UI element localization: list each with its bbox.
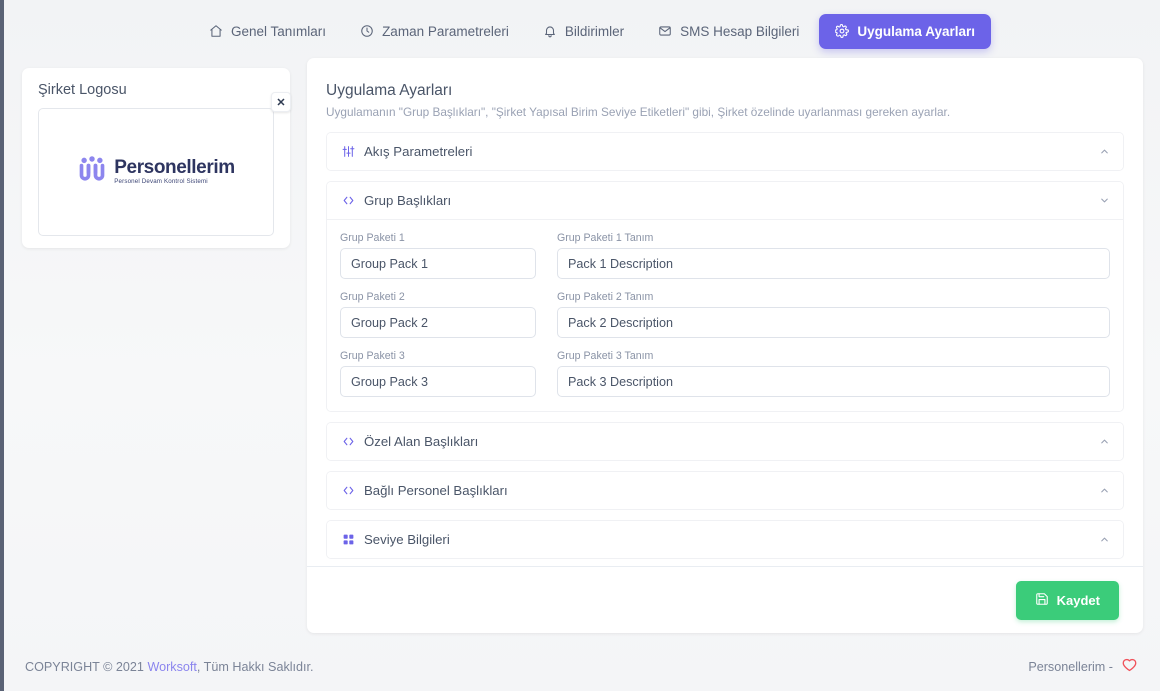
card-footer: Kaydet (307, 566, 1143, 633)
nav-item-label: Bildirimler (564, 23, 625, 39)
footer-right: Personellerim - (1028, 657, 1138, 677)
chevron-up-icon[interactable] (1099, 485, 1110, 496)
heart-icon (1121, 657, 1138, 677)
accordion-ozel-alan-basliklari: Özel Alan Başlıkları (326, 422, 1124, 461)
gear-icon (835, 24, 850, 38)
group-pack-2-input[interactable] (340, 307, 536, 338)
accordion-bagli-personel-basliklari: Bağlı Personel Başlıkları (326, 471, 1124, 510)
field-grup-paketi-1: Grup Paketi 1 (340, 232, 536, 279)
worksoft-link[interactable]: Worksoft (147, 660, 196, 674)
accordion-label: Seviye Bilgileri (364, 532, 450, 547)
logo-preview-box: ✕ Personellerim Personel Devam Kontrol S… (38, 92, 291, 236)
nav-item-label: Genel Tanımları (231, 23, 327, 39)
top-navigation: Genel Tanımları Zaman Parametreleri Bild… (4, 0, 1160, 62)
accordion-label: Grup Başlıkları (364, 193, 452, 208)
save-button-label: Kaydet (1056, 592, 1100, 608)
code-icon (340, 435, 357, 448)
sliders-icon (340, 145, 357, 158)
accordion-label: Akış Parametreleri (364, 144, 473, 159)
card-header: Uygulama Ayarları Uygulamanın "Grup Başl… (307, 58, 1143, 132)
field-label: Grup Paketi 2 (340, 291, 405, 303)
field-grup-paketi-3-tanim: Grup Paketi 3 Tanım (557, 350, 1110, 397)
brand-text: Personellerim Personel Devam Kontrol Sis… (114, 157, 235, 186)
field-label: Grup Paketi 3 Tanım (557, 350, 654, 362)
accordion-body-grup-basliklari: Grup Paketi 1 Grup Paketi 1 Tanım Grup P… (327, 219, 1123, 411)
copyright: COPYRIGHT © 2021 Worksoft, Tüm Hakkı Sak… (25, 660, 314, 674)
group-pack-1-input[interactable] (340, 248, 536, 279)
nav-item-label: Uygulama Ayarları (857, 23, 975, 39)
bell-icon (543, 24, 557, 38)
page-subtitle: Uygulamanın "Grup Başlıkları", "Şirket Y… (326, 105, 951, 119)
chevron-up-icon[interactable] (1099, 436, 1110, 447)
accordion-header[interactable]: Bağlı Personel Başlıkları (327, 472, 1123, 509)
copyright-suffix: , Tüm Hakkı Saklıdır. (196, 660, 314, 674)
field-grup-paketi-2: Grup Paketi 2 (340, 291, 536, 338)
nav-item-genel-tanimlari[interactable]: Genel Tanımları (195, 15, 340, 48)
group-pack-1-description-input[interactable] (557, 248, 1110, 279)
home-icon (209, 24, 223, 38)
close-icon[interactable]: ✕ (271, 92, 291, 112)
nav-list: Genel Tanımları Zaman Parametreleri Bild… (195, 13, 991, 49)
group-field-row: Grup Paketi 3 Grup Paketi 3 Tanım (340, 350, 1110, 397)
nav-item-bildirimler[interactable]: Bildirimler (529, 15, 638, 48)
brand-lockup: Personellerim Personel Devam Kontrol Sis… (77, 155, 235, 189)
field-label: Grup Paketi 3 (340, 350, 405, 362)
accordion-grup-basliklari: Grup Başlıkları Grup Paketi 1 Grup Paket… (326, 181, 1124, 412)
nav-item-label: Zaman Parametreleri (382, 23, 509, 39)
accordion-header[interactable]: Grup Başlıkları (327, 182, 1123, 219)
nav-item-label: SMS Hesap Bilgileri (680, 23, 800, 39)
page-footer: COPYRIGHT © 2021 Worksoft, Tüm Hakkı Sak… (4, 643, 1160, 691)
chevron-up-icon[interactable] (1099, 146, 1110, 157)
group-pack-3-description-input[interactable] (557, 366, 1110, 397)
page-root: Genel Tanımları Zaman Parametreleri Bild… (4, 0, 1160, 691)
copyright-prefix: COPYRIGHT © 2021 (25, 660, 144, 674)
nav-item-zaman-parametreleri[interactable]: Zaman Parametreleri (346, 15, 523, 48)
mail-icon (658, 24, 672, 38)
field-label: Grup Paketi 1 Tanım (557, 232, 654, 244)
field-label: Grup Paketi 1 (340, 232, 405, 244)
brand-name: Personellerim (114, 157, 235, 179)
chevron-down-icon[interactable] (1099, 195, 1110, 206)
chevron-up-icon[interactable] (1099, 534, 1110, 545)
footer-brand-label: Personellerim - (1028, 660, 1113, 674)
save-icon (1035, 592, 1049, 609)
group-field-row: Grup Paketi 1 Grup Paketi 1 Tanım (340, 232, 1110, 279)
field-label: Grup Paketi 2 Tanım (557, 291, 654, 303)
accordion-header[interactable]: Akış Parametreleri (327, 133, 1123, 170)
nav-item-uygulama-ayarlari[interactable]: Uygulama Ayarları (819, 13, 991, 49)
accordion-seviye-bilgileri: Seviye Bilgileri (326, 520, 1124, 559)
code-icon (340, 484, 357, 497)
group-pack-3-input[interactable] (340, 366, 536, 397)
group-field-row: Grup Paketi 2 Grup Paketi 2 Tanım (340, 291, 1110, 338)
code-icon (340, 194, 357, 207)
nav-item-sms-hesap-bilgileri[interactable]: SMS Hesap Bilgileri (644, 15, 813, 48)
company-logo-panel: Şirket Logosu ✕ Personellerim Personel D… (22, 68, 291, 248)
accordion-list: Akış Parametreleri Grup Başlıkları Grup … (307, 132, 1143, 559)
accordion-label: Bağlı Personel Başlıkları (364, 483, 508, 498)
settings-card: Uygulama Ayarları Uygulamanın "Grup Başl… (307, 58, 1143, 633)
accordion-label: Özel Alan Başlıkları (364, 434, 479, 449)
page-title: Uygulama Ayarları (326, 82, 453, 99)
brand-tagline: Personel Devam Kontrol Sistemi (114, 178, 208, 186)
personellerim-mark-icon (77, 155, 107, 189)
save-button[interactable]: Kaydet (1015, 580, 1119, 620)
field-grup-paketi-2-tanim: Grup Paketi 2 Tanım (557, 291, 1110, 338)
logo-panel-title: Şirket Logosu (38, 82, 127, 98)
accordion-header[interactable]: Özel Alan Başlıkları (327, 423, 1123, 460)
clock-icon (360, 24, 374, 38)
group-pack-2-description-input[interactable] (557, 307, 1110, 338)
accordion-akis-parametreleri: Akış Parametreleri (326, 132, 1124, 171)
field-grup-paketi-3: Grup Paketi 3 (340, 350, 536, 397)
accordion-header[interactable]: Seviye Bilgileri (327, 521, 1123, 558)
field-grup-paketi-1-tanim: Grup Paketi 1 Tanım (557, 232, 1110, 279)
grid-icon (340, 533, 357, 546)
